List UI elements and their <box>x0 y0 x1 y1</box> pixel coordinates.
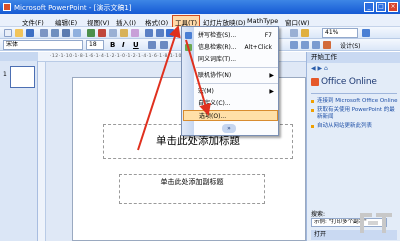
minimize-button[interactable]: _ <box>364 2 374 12</box>
tools-dropdown-menu: 拼写检查(S)... F7 信息检索(R)... Alt+Click 同义词库(… <box>181 26 279 136</box>
print-preview-icon[interactable] <box>73 29 81 37</box>
zoom-select[interactable]: 41% <box>322 28 358 38</box>
menu-item-customize[interactable]: 自定义(C)... <box>183 98 278 109</box>
slide-number: 1 <box>3 71 7 78</box>
shadow-icon[interactable] <box>148 41 156 49</box>
menu-mathtype[interactable]: MathType <box>247 17 278 25</box>
watermark-logo <box>360 213 392 233</box>
menu-item-shortcut: F7 <box>264 32 272 39</box>
menu-item-options[interactable]: 选项(O)... <box>183 110 278 121</box>
help-icon[interactable] <box>362 29 370 37</box>
menu-separator <box>196 83 278 84</box>
open-icon[interactable] <box>15 29 23 37</box>
increase-indent-icon[interactable] <box>312 41 320 49</box>
underline-button[interactable]: U <box>133 41 139 49</box>
cut-icon[interactable] <box>98 29 106 37</box>
paste-icon[interactable] <box>120 29 128 37</box>
slides-panel: 1 <box>0 52 38 241</box>
menu-format[interactable]: 格式(O) <box>145 17 168 27</box>
decrease-indent-icon[interactable] <box>301 41 309 49</box>
vertical-ruler <box>38 62 46 241</box>
color-grayscale-icon[interactable] <box>301 29 309 37</box>
email-icon[interactable] <box>51 29 59 37</box>
font-color-icon[interactable] <box>290 41 298 49</box>
search-label: 搜索: <box>311 211 326 218</box>
expand-menu-chevron-icon[interactable]: » <box>222 124 236 133</box>
menu-file[interactable]: 文件(F) <box>22 17 44 27</box>
link-auto-update[interactable]: 自动从网站更新此列表 <box>311 123 399 130</box>
research-icon <box>185 44 192 51</box>
menu-separator <box>196 67 278 68</box>
menu-item-online-collaboration[interactable]: 联机协作(N) ▶ <box>183 70 278 81</box>
menu-item-thesaurus[interactable]: 同义词库(T)... <box>183 54 278 65</box>
design-button[interactable]: 设计(S) <box>340 41 361 50</box>
menu-item-shortcut: Alt+Click <box>244 44 272 51</box>
submenu-arrow-icon: ▶ <box>269 88 274 95</box>
task-pane-nav[interactable]: ◀ ▶ ⌂ <box>311 65 328 72</box>
format-painter-icon[interactable] <box>131 29 139 37</box>
task-pane-links: 连接到 Microsoft Office Online 获取有关使用 Power… <box>311 98 399 132</box>
font-size-select[interactable]: 18 <box>86 40 104 50</box>
bold-button[interactable]: B <box>110 41 115 49</box>
menu-insert[interactable]: 插入(I) <box>116 17 136 27</box>
copy-icon[interactable] <box>109 29 117 37</box>
menu-item-label: 拼写检查(S)... <box>198 32 237 39</box>
font-name-select[interactable]: 宋体 <box>3 40 83 50</box>
menu-item-label: 宏(M) <box>198 88 214 95</box>
menu-item-label: 联机协作(N) <box>198 72 232 79</box>
office-online-logo: Office Online <box>311 74 397 94</box>
office-logo-icon <box>311 78 319 86</box>
font-color-a-icon[interactable] <box>323 41 331 49</box>
italic-button[interactable]: I <box>122 41 125 49</box>
menu-item-label: 同义词库(T)... <box>198 56 237 63</box>
menu-item-spelling[interactable]: 拼写检查(S)... F7 <box>183 30 278 41</box>
window-title: Microsoft PowerPoint - [演示文稿1] <box>14 4 132 12</box>
undo-icon[interactable] <box>145 29 153 37</box>
menu-item-label: 信息检索(R)... <box>198 44 237 51</box>
redo-icon[interactable] <box>156 29 164 37</box>
maximize-button[interactable]: □ <box>376 2 386 12</box>
office-online-text: Office Online <box>321 77 377 87</box>
menu-item-label: 选项(O)... <box>199 113 227 120</box>
permission-icon[interactable] <box>40 29 48 37</box>
spelling-icon[interactable] <box>87 29 95 37</box>
save-icon[interactable] <box>26 29 34 37</box>
title-bar: Microsoft PowerPoint - [演示文稿1] _ □ × <box>0 0 400 14</box>
menu-item-macro[interactable]: 宏(M) ▶ <box>183 86 278 97</box>
new-icon[interactable] <box>4 29 12 37</box>
menu-item-research[interactable]: 信息检索(R)... Alt+Click <box>183 42 278 53</box>
slide-thumbnail[interactable] <box>10 66 35 88</box>
menu-window[interactable]: 窗口(W) <box>285 17 310 27</box>
task-pane-header[interactable]: 开始工作 <box>307 52 400 63</box>
align-left-icon[interactable] <box>160 41 168 49</box>
print-icon[interactable] <box>62 29 70 37</box>
menu-edit[interactable]: 编辑(E) <box>55 17 77 27</box>
close-button[interactable]: × <box>388 2 398 12</box>
grid-icon[interactable] <box>290 29 298 37</box>
powerpoint-app-icon[interactable] <box>3 3 11 11</box>
spelling-icon <box>185 32 192 39</box>
link-latest-news[interactable]: 获取有关使用 PowerPoint 的最新新闻 <box>311 107 399 121</box>
subtitle-placeholder[interactable]: 单击此处添加副标题 <box>119 174 265 204</box>
menu-item-label: 自定义(C)... <box>198 100 231 107</box>
window-controls: _ □ × <box>364 2 398 12</box>
outline-slides-tabs[interactable] <box>0 52 38 61</box>
link-connect-office-online[interactable]: 连接到 Microsoft Office Online <box>311 98 399 105</box>
hyperlink-icon[interactable] <box>166 29 174 37</box>
submenu-arrow-icon: ▶ <box>269 72 274 79</box>
menu-view[interactable]: 视图(V) <box>87 17 110 27</box>
